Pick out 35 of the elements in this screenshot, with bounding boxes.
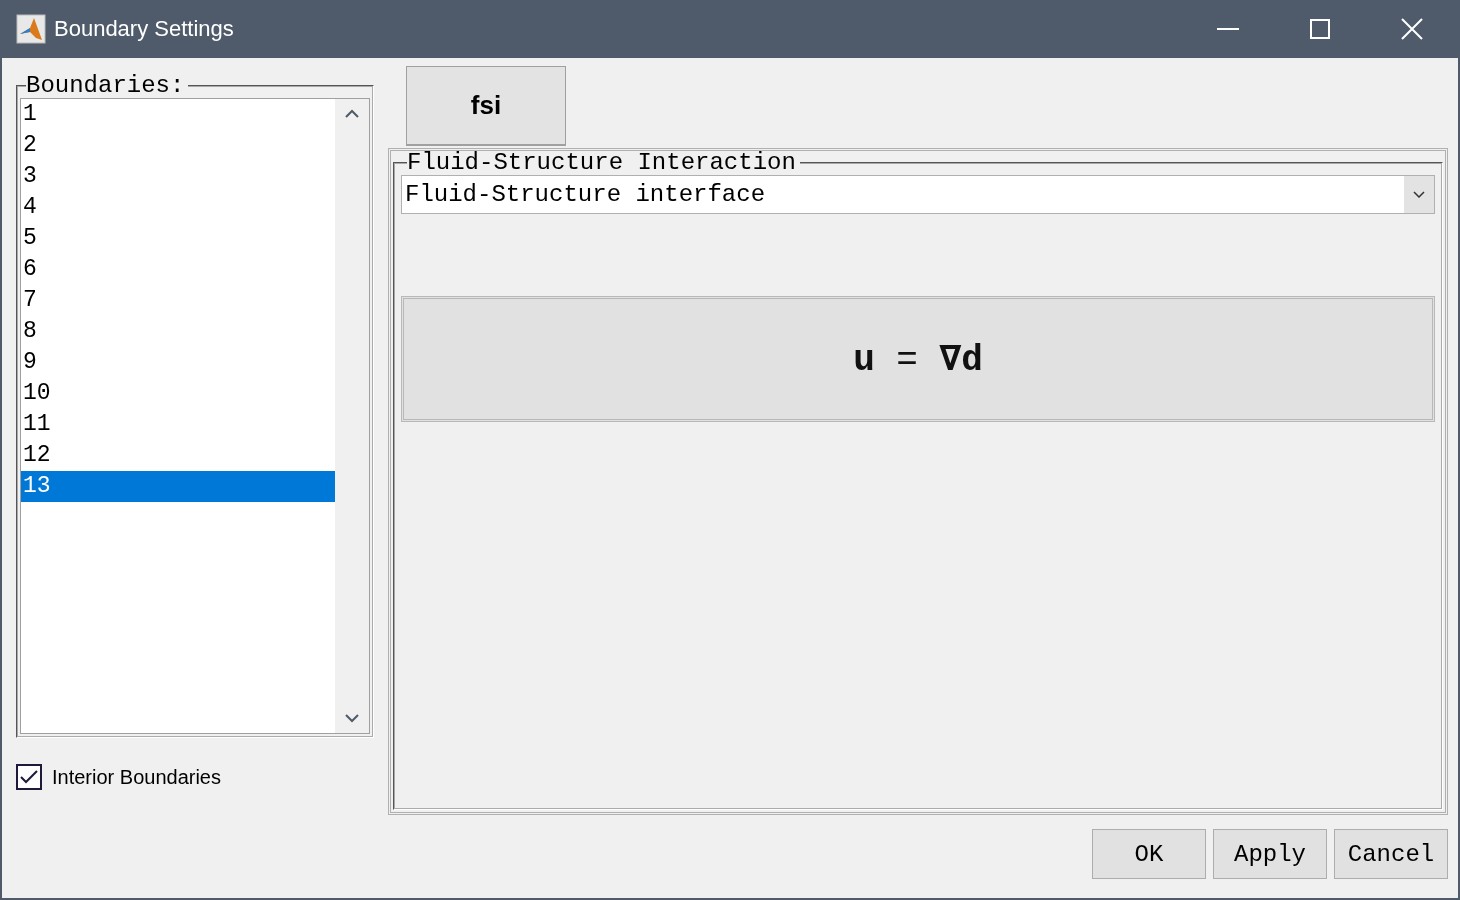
dialog-button[interactable]: OK <box>1092 829 1206 879</box>
list-item[interactable]: 12 <box>21 440 335 471</box>
scroll-up-icon[interactable] <box>345 109 359 118</box>
list-item[interactable]: 13 <box>21 471 335 502</box>
type-dropdown[interactable]: Fluid-Structure interface <box>401 175 1435 214</box>
checkbox-label: Interior Boundaries <box>52 765 221 789</box>
maximize-icon <box>1310 19 1330 39</box>
app-logo-icon <box>16 14 46 44</box>
list-item[interactable]: 4 <box>21 192 335 223</box>
list-item[interactable]: 10 <box>21 378 335 409</box>
scrollbar[interactable] <box>335 99 369 733</box>
list-item[interactable]: 3 <box>21 161 335 192</box>
boundaries-label: Boundaries: <box>26 74 186 98</box>
list-item[interactable]: 2 <box>21 130 335 161</box>
list-item[interactable]: 11 <box>21 409 335 440</box>
list-item[interactable]: 5 <box>21 223 335 254</box>
group-title: Fluid-Structure Interaction <box>407 151 797 175</box>
tab[interactable]: fsi <box>406 66 566 146</box>
list-item[interactable]: 7 <box>21 285 335 316</box>
close-icon <box>1401 18 1423 40</box>
dropdown-value: Fluid-Structure interface <box>404 181 767 208</box>
chevron-down-icon <box>1413 191 1425 198</box>
window-title: Boundary Settings <box>54 16 235 42</box>
equation: u = ∇d <box>853 339 983 381</box>
list-item[interactable]: 9 <box>21 347 335 378</box>
boundaries-list[interactable]: 1 2 3 4 5 6 7 8 9 10 11 12 13 <box>20 98 370 734</box>
minimize-icon <box>1217 28 1239 30</box>
list-item[interactable]: 8 <box>21 316 335 347</box>
dialog-button[interactable]: Apply <box>1213 829 1327 879</box>
list-item[interactable]: 6 <box>21 254 335 285</box>
scroll-down-icon[interactable] <box>345 714 359 723</box>
checkbox[interactable] <box>16 764 42 790</box>
dialog-button[interactable]: Cancel <box>1334 829 1448 879</box>
list-item[interactable]: 1 <box>21 99 335 130</box>
check-icon <box>20 770 38 784</box>
